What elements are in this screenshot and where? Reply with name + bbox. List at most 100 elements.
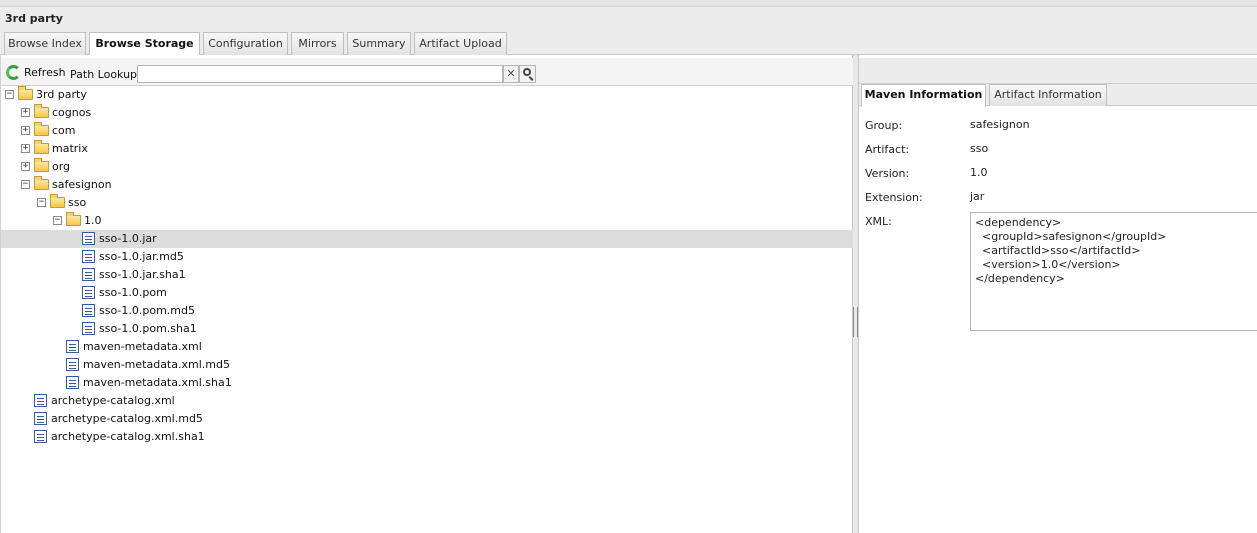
file-icon (66, 376, 79, 389)
tree-folder-row[interactable]: + cognos (1, 104, 853, 122)
tree-node-label: sso-1.0.jar.sha1 (99, 268, 186, 281)
tree-file-row[interactable]: sso-1.0.pom.sha1 (1, 320, 853, 338)
tab-browse-storage[interactable]: Browse Storage (89, 32, 200, 56)
file-icon (34, 412, 47, 425)
tree-file-row[interactable]: sso-1.0.pom (1, 284, 853, 302)
tree-node-label: maven-metadata.xml (83, 340, 202, 353)
tree-node-label: sso-1.0.jar.md5 (99, 250, 184, 263)
tree-node-label: org (52, 160, 71, 173)
tree-node-label: sso (68, 196, 87, 209)
tab-browse-index[interactable]: Browse Index (4, 32, 86, 55)
tree-file-row[interactable]: maven-metadata.xml (1, 338, 853, 356)
main-tabbar: Browse Index Browse Storage Configuratio… (0, 31, 1257, 56)
folder-open-icon (18, 86, 33, 100)
refresh-icon (6, 64, 21, 80)
tree-folder-row[interactable]: − sso (1, 194, 853, 212)
tab-artifact-upload[interactable]: Artifact Upload (414, 32, 507, 55)
tree-file-row[interactable]: sso-1.0.jar.sha1 (1, 266, 853, 284)
xml-snippet[interactable] (970, 212, 1257, 331)
version-label: Version: (865, 167, 910, 180)
collapse-icon[interactable]: − (5, 90, 14, 99)
file-icon (82, 286, 95, 299)
tree-folder-row[interactable]: + org (1, 158, 853, 176)
tree-node-label: sso-1.0.pom.md5 (99, 304, 195, 317)
collapse-icon[interactable]: − (21, 180, 30, 189)
artifact-label: Artifact: (865, 143, 910, 156)
folder-open-icon (34, 176, 49, 190)
tree-file-row[interactable]: sso-1.0.pom.md5 (1, 302, 853, 320)
refresh-button[interactable]: Refresh (6, 64, 66, 80)
search-path-button[interactable] (519, 65, 536, 83)
tab-maven-information[interactable]: Maven Information (861, 84, 986, 107)
version-value: 1.0 (970, 166, 988, 179)
tree-folder-row[interactable]: + matrix (1, 140, 853, 158)
collapse-icon[interactable]: − (53, 216, 62, 225)
folder-icon (34, 140, 49, 154)
extension-value: jar (970, 190, 985, 203)
folder-open-icon (66, 212, 81, 226)
file-icon (34, 430, 47, 443)
tree-folder-row[interactable]: + com (1, 122, 853, 140)
tree-file-row[interactable]: maven-metadata.xml.md5 (1, 356, 853, 374)
tree-node-label: 3rd party (36, 88, 87, 101)
folder-icon (34, 104, 49, 118)
tree-file-row[interactable]: sso-1.0.jar.md5 (1, 248, 853, 266)
file-icon (82, 322, 95, 335)
details-tabbar: Maven Information Artifact Information (859, 84, 1257, 107)
path-lookup-input[interactable] (137, 65, 503, 83)
tree-file-row[interactable]: maven-metadata.xml.sha1 (1, 374, 853, 392)
file-icon (82, 268, 95, 281)
window-title: 3rd party (5, 12, 63, 25)
group-label: Group: (865, 119, 903, 132)
folder-icon (34, 158, 49, 172)
details-header (859, 58, 1257, 84)
tree-toolbar: Refresh Path Lookup: ✕ (1, 58, 853, 86)
refresh-label: Refresh (24, 65, 66, 79)
tab-artifact-information[interactable]: Artifact Information (989, 84, 1107, 106)
tree-node-label: maven-metadata.xml.sha1 (83, 376, 232, 389)
tree-node-label: com (52, 124, 76, 137)
collapse-icon[interactable]: − (37, 198, 46, 207)
expand-icon[interactable]: + (21, 108, 30, 117)
clear-path-button[interactable]: ✕ (503, 65, 519, 83)
expand-icon[interactable]: + (21, 162, 30, 171)
file-icon (82, 250, 95, 263)
tree-node-label: maven-metadata.xml.md5 (83, 358, 230, 371)
tab-configuration[interactable]: Configuration (203, 32, 288, 55)
xml-label: XML: (865, 215, 892, 228)
tree-node-label: sso-1.0.pom (99, 286, 167, 299)
storage-tree-panel: Refresh Path Lookup: ✕ − 3rd party + cognos… (0, 55, 853, 533)
tree-node-label: sso-1.0.jar (99, 232, 157, 245)
tree-file-row[interactable]: archetype-catalog.xml.md5 (1, 410, 853, 428)
tree-folder-row[interactable]: − safesignon (1, 176, 853, 194)
path-lookup-label: Path Lookup: (70, 68, 141, 81)
extension-label: Extension: (865, 191, 923, 204)
artifact-details-panel: Maven Information Artifact Information G… (858, 55, 1257, 533)
window-titlebar: 3rd party (0, 7, 1257, 31)
file-icon (66, 358, 79, 371)
tree-file-row[interactable]: sso-1.0.jar (1, 230, 853, 248)
file-icon (34, 394, 47, 407)
folder-open-icon (50, 194, 65, 208)
tree-folder-row[interactable]: − 3rd party (1, 86, 853, 104)
search-icon (523, 68, 531, 76)
tab-mirrors[interactable]: Mirrors (291, 32, 344, 55)
artifact-value: sso (970, 142, 989, 155)
folder-icon (34, 122, 49, 136)
top-strip (0, 0, 1257, 7)
tree-node-label: archetype-catalog.xml.md5 (51, 412, 203, 425)
expand-icon[interactable]: + (21, 126, 30, 135)
tree-node-label: archetype-catalog.xml.sha1 (51, 430, 205, 443)
file-icon (82, 232, 95, 245)
tree-node-label: sso-1.0.pom.sha1 (99, 322, 197, 335)
tree-node-label: safesignon (52, 178, 112, 191)
tree-node-label: 1.0 (84, 214, 102, 227)
expand-icon[interactable]: + (21, 144, 30, 153)
file-icon (82, 304, 95, 317)
tree-node-label: archetype-catalog.xml (51, 394, 175, 407)
tab-summary[interactable]: Summary (347, 32, 411, 55)
file-icon (66, 340, 79, 353)
tree-file-row[interactable]: archetype-catalog.xml (1, 392, 853, 410)
tree-folder-row[interactable]: − 1.0 (1, 212, 853, 230)
tree-file-row[interactable]: archetype-catalog.xml.sha1 (1, 428, 853, 446)
